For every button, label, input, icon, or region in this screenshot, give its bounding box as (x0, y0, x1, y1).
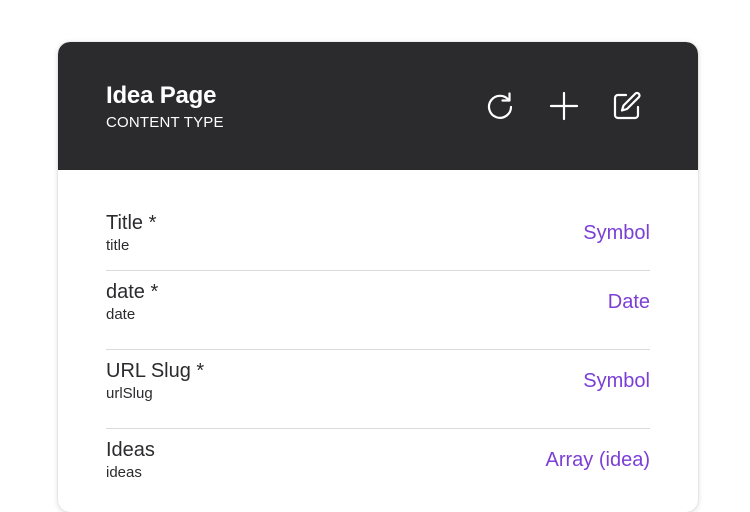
refresh-button[interactable] (482, 88, 518, 124)
edit-button[interactable] (609, 88, 645, 124)
field-row-date[interactable]: date * date Date (106, 271, 650, 350)
field-row-url-slug[interactable]: URL Slug * urlSlug Symbol (106, 350, 650, 429)
content-type-title: Idea Page (106, 82, 217, 109)
field-id: title (106, 237, 130, 254)
field-type: Symbol (583, 370, 650, 392)
field-row-title[interactable]: Title * title Symbol (106, 170, 650, 271)
field-id: date (106, 306, 136, 323)
field-name: URL Slug * (106, 360, 205, 382)
field-type: Symbol (583, 222, 650, 244)
field-row-ideas[interactable]: Ideas ideas Array (idea) (106, 429, 650, 507)
add-button[interactable] (546, 88, 582, 124)
plus-icon (549, 91, 579, 121)
field-id: ideas (106, 464, 142, 481)
field-name: date * (106, 281, 159, 303)
content-type-card: Idea Page CONTENT TYPE Title * title Sym… (58, 42, 698, 512)
field-type: Date (607, 291, 650, 313)
refresh-icon (487, 92, 513, 119)
field-name: Ideas (106, 439, 155, 461)
edit-icon (613, 91, 641, 120)
field-name: Title * (106, 212, 157, 234)
card-header: Idea Page CONTENT TYPE (58, 42, 698, 170)
field-list: Title * title Symbol date * date Date UR… (106, 170, 650, 507)
field-type: Array (idea) (545, 449, 650, 471)
field-id: urlSlug (106, 385, 153, 402)
content-type-label: CONTENT TYPE (106, 114, 224, 131)
